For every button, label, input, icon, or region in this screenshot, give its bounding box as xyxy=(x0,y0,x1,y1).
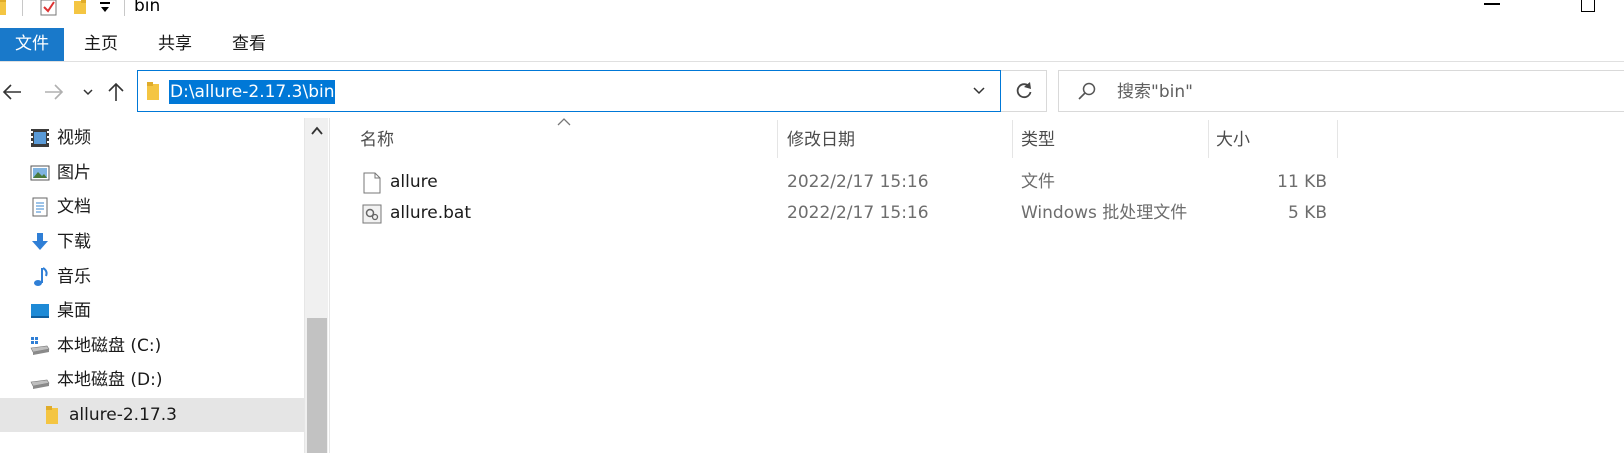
nav-item-videos[interactable]: 视频 xyxy=(0,121,304,155)
chevron-down-icon[interactable] xyxy=(972,83,986,97)
folder-icon xyxy=(46,406,58,424)
download-icon xyxy=(32,233,48,250)
nav-label: 文档 xyxy=(57,197,91,217)
search-placeholder: 搜索"bin" xyxy=(1117,82,1193,102)
documents-icon xyxy=(32,197,48,217)
file-row[interactable]: allure.bat 2022/2/17 15:16 Windows 批处理文件… xyxy=(355,198,1345,229)
folder-icon xyxy=(0,0,6,15)
back-button[interactable] xyxy=(0,78,24,106)
chevron-down-icon xyxy=(83,89,93,96)
maximize-button[interactable] xyxy=(1581,0,1595,12)
folder-icon xyxy=(147,82,159,100)
tab-view[interactable]: 查看 xyxy=(218,28,280,61)
nav-label: 音乐 xyxy=(57,267,91,287)
nav-item-music[interactable]: 音乐 xyxy=(0,260,304,294)
nav-label: 桌面 xyxy=(57,301,91,321)
address-bar[interactable]: D:\allure-2.17.3\bin xyxy=(137,70,1001,112)
file-size: 5 KB xyxy=(1287,203,1327,223)
pictures-icon xyxy=(30,165,50,181)
drive-d-icon xyxy=(30,379,50,389)
toolbar-separator xyxy=(22,0,23,16)
arrow-left-icon xyxy=(2,84,21,100)
file-icon xyxy=(363,172,381,194)
recent-locations-button[interactable] xyxy=(76,78,100,106)
scroll-thumb[interactable] xyxy=(307,318,327,453)
sort-ascending-icon xyxy=(557,118,571,126)
nav-item-downloads[interactable]: 下载 xyxy=(0,225,304,259)
navigation-pane: 视频 图片 文档 下载 音乐 桌面 本地磁盘 (C:) 本地磁盘 (D:) al… xyxy=(0,118,330,453)
nav-label: 本地磁盘 (C:) xyxy=(57,336,162,356)
title-bar: bin xyxy=(0,0,1624,22)
file-name: allure.bat xyxy=(390,203,471,223)
refresh-icon xyxy=(1016,82,1031,99)
column-header-size[interactable]: 大小 xyxy=(1216,122,1250,158)
nav-item-pictures[interactable]: 图片 xyxy=(0,156,304,190)
nav-label: allure-2.17.3 xyxy=(69,405,177,425)
customize-toolbar-icon[interactable] xyxy=(98,0,112,14)
address-path[interactable]: D:\allure-2.17.3\bin xyxy=(169,80,336,104)
column-header-type[interactable]: 类型 xyxy=(1021,122,1055,158)
nav-label: 图片 xyxy=(57,163,91,183)
music-icon xyxy=(34,267,48,286)
up-button[interactable] xyxy=(104,78,128,106)
nav-item-drive-c[interactable]: 本地磁盘 (C:) xyxy=(0,329,304,363)
nav-label: 下载 xyxy=(57,232,91,252)
nav-pane-scrollbar[interactable] xyxy=(304,118,328,453)
drive-c-icon xyxy=(30,337,50,355)
properties-check-icon[interactable] xyxy=(40,0,58,16)
file-type: 文件 xyxy=(1021,172,1055,192)
window-title: bin xyxy=(134,0,161,16)
chevron-up-icon[interactable] xyxy=(311,126,323,136)
file-row[interactable]: allure 2022/2/17 15:16 文件 11 KB xyxy=(355,167,1345,198)
column-separator[interactable] xyxy=(777,120,778,158)
nav-label: 本地磁盘 (D:) xyxy=(57,370,163,390)
new-folder-icon[interactable] xyxy=(74,0,88,15)
nav-label: 视频 xyxy=(57,128,91,148)
file-size: 11 KB xyxy=(1277,172,1327,192)
nav-item-allure-folder[interactable]: allure-2.17.3 xyxy=(0,398,304,432)
file-type: Windows 批处理文件 xyxy=(1021,203,1188,223)
toolbar-separator xyxy=(124,0,125,16)
tab-file[interactable]: 文件 xyxy=(0,28,64,61)
tab-home[interactable]: 主页 xyxy=(70,28,132,61)
tab-share[interactable]: 共享 xyxy=(144,28,206,61)
arrow-up-icon xyxy=(108,82,124,101)
column-separator[interactable] xyxy=(1208,120,1209,158)
nav-item-desktop[interactable]: 桌面 xyxy=(0,294,304,328)
column-header-name[interactable]: 名称 xyxy=(360,122,394,158)
video-icon xyxy=(31,129,49,147)
minimize-button[interactable] xyxy=(1484,3,1500,5)
search-box[interactable]: 搜索"bin" xyxy=(1058,70,1624,112)
file-name: allure xyxy=(390,172,438,192)
refresh-button[interactable] xyxy=(1001,70,1047,112)
column-header-modified[interactable]: 修改日期 xyxy=(787,122,855,158)
arrow-right-icon xyxy=(45,84,64,100)
column-separator[interactable] xyxy=(1012,120,1013,158)
nav-item-drive-d[interactable]: 本地磁盘 (D:) xyxy=(0,363,304,397)
nav-item-documents[interactable]: 文档 xyxy=(0,190,304,224)
pane-divider[interactable] xyxy=(329,118,330,453)
file-modified: 2022/2/17 15:16 xyxy=(787,203,929,223)
column-separator[interactable] xyxy=(1337,120,1338,158)
desktop-icon xyxy=(31,304,49,318)
search-icon xyxy=(1078,82,1096,100)
ribbon-tabs: 文件 主页 共享 查看 xyxy=(0,28,1624,62)
batch-file-icon xyxy=(362,204,382,224)
forward-button[interactable] xyxy=(42,78,66,106)
file-modified: 2022/2/17 15:16 xyxy=(787,172,929,192)
